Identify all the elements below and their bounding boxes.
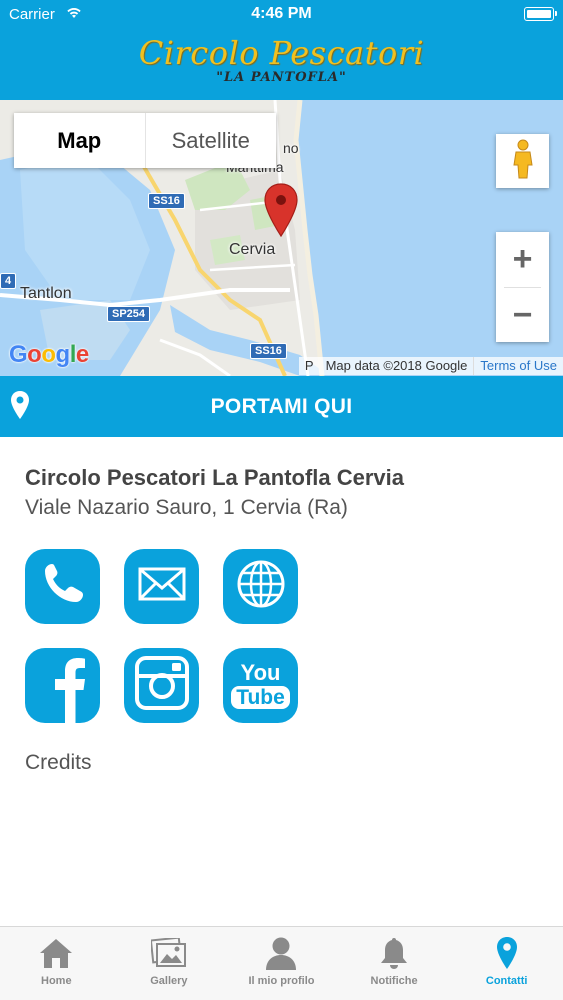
bell-icon bbox=[379, 935, 409, 971]
instagram-button[interactable] bbox=[124, 648, 199, 723]
tab-bar: Home Gallery Il mio profilo Notifiche Co… bbox=[0, 926, 563, 1000]
globe-icon bbox=[236, 559, 286, 614]
map-marker-icon[interactable] bbox=[263, 182, 299, 243]
road-shield-sp254: SP254 bbox=[107, 306, 151, 322]
map-type-toggle[interactable]: Map Satellite bbox=[14, 113, 276, 168]
youtube-you-text: You bbox=[240, 660, 281, 685]
app-header: Carrier 4:46 PM Circolo Pescatori "LA PA… bbox=[0, 0, 563, 100]
tab-gallery-label: Gallery bbox=[150, 975, 188, 987]
map-attribution: P Map data ©2018 Google Terms of Use bbox=[298, 357, 563, 375]
tab-contacts[interactable]: Contatti bbox=[450, 927, 563, 1000]
map-label-tantlon: Tantlon bbox=[20, 285, 72, 302]
tab-notifications-label: Notifiche bbox=[370, 975, 418, 987]
location-pin-icon bbox=[496, 935, 518, 971]
call-button[interactable] bbox=[25, 549, 100, 624]
tab-contacts-label: Contatti bbox=[485, 975, 528, 987]
youtube-tube-text: Tube bbox=[231, 686, 290, 709]
road-shield-ss16-north: SS16 bbox=[148, 193, 185, 209]
home-icon bbox=[39, 935, 73, 971]
battery-icon bbox=[524, 7, 557, 21]
map-type-map-tab[interactable]: Map bbox=[14, 113, 146, 168]
phone-icon bbox=[40, 561, 86, 612]
place-name: Circolo Pescatori La Pantofla Cervia bbox=[25, 465, 405, 490]
google-logo: Google bbox=[9, 341, 89, 368]
profile-icon bbox=[265, 935, 297, 971]
mail-icon bbox=[138, 566, 186, 607]
tab-profile[interactable]: Il mio profilo bbox=[225, 927, 338, 1000]
youtube-button[interactable]: You Tube bbox=[223, 648, 298, 723]
directions-label: PORTAMI QUI bbox=[210, 395, 353, 418]
directions-button[interactable]: PORTAMI QUI bbox=[0, 376, 563, 437]
instagram-icon bbox=[134, 655, 190, 716]
app-logo-subtitle: "LA PANTOFLA" bbox=[216, 70, 347, 85]
map-label-fragment: no bbox=[283, 140, 299, 156]
map-data-credit: Map data ©2018 Google bbox=[325, 358, 468, 373]
credits-link[interactable]: Credits bbox=[25, 751, 92, 775]
road-shield-ss16-south: SS16 bbox=[250, 343, 287, 359]
map-road-number: 4 bbox=[0, 273, 17, 289]
tab-profile-label: Il mio profilo bbox=[248, 975, 315, 987]
gallery-icon bbox=[150, 935, 187, 971]
status-bar: Carrier 4:46 PM bbox=[0, 0, 563, 28]
place-address: Viale Nazario Sauro, 1 Cervia (Ra) bbox=[25, 496, 348, 519]
zoom-out-button[interactable]: − bbox=[496, 288, 549, 343]
map-type-satellite-tab[interactable]: Satellite bbox=[146, 113, 277, 168]
tab-notifications[interactable]: Notifiche bbox=[338, 927, 451, 1000]
website-button[interactable] bbox=[223, 549, 298, 624]
map-label-cervia: Cervia bbox=[229, 241, 276, 258]
zoom-in-button[interactable]: + bbox=[496, 232, 549, 287]
facebook-icon bbox=[25, 648, 100, 723]
street-view-button[interactable] bbox=[496, 134, 549, 188]
terms-of-use-link[interactable]: Terms of Use bbox=[473, 357, 563, 375]
map-attribution-prefix: P bbox=[304, 358, 314, 373]
email-button[interactable] bbox=[124, 549, 199, 624]
status-time: 4:46 PM bbox=[251, 5, 312, 22]
app-logo-title: Circolo Pescatori bbox=[138, 34, 425, 72]
tab-home[interactable]: Home bbox=[0, 927, 113, 1000]
zoom-controls: + − bbox=[496, 232, 549, 342]
youtube-icon: You Tube bbox=[231, 662, 290, 709]
tab-home-label: Home bbox=[41, 975, 72, 987]
tab-gallery[interactable]: Gallery bbox=[113, 927, 226, 1000]
facebook-button[interactable] bbox=[25, 648, 100, 723]
pegman-icon bbox=[511, 139, 535, 184]
